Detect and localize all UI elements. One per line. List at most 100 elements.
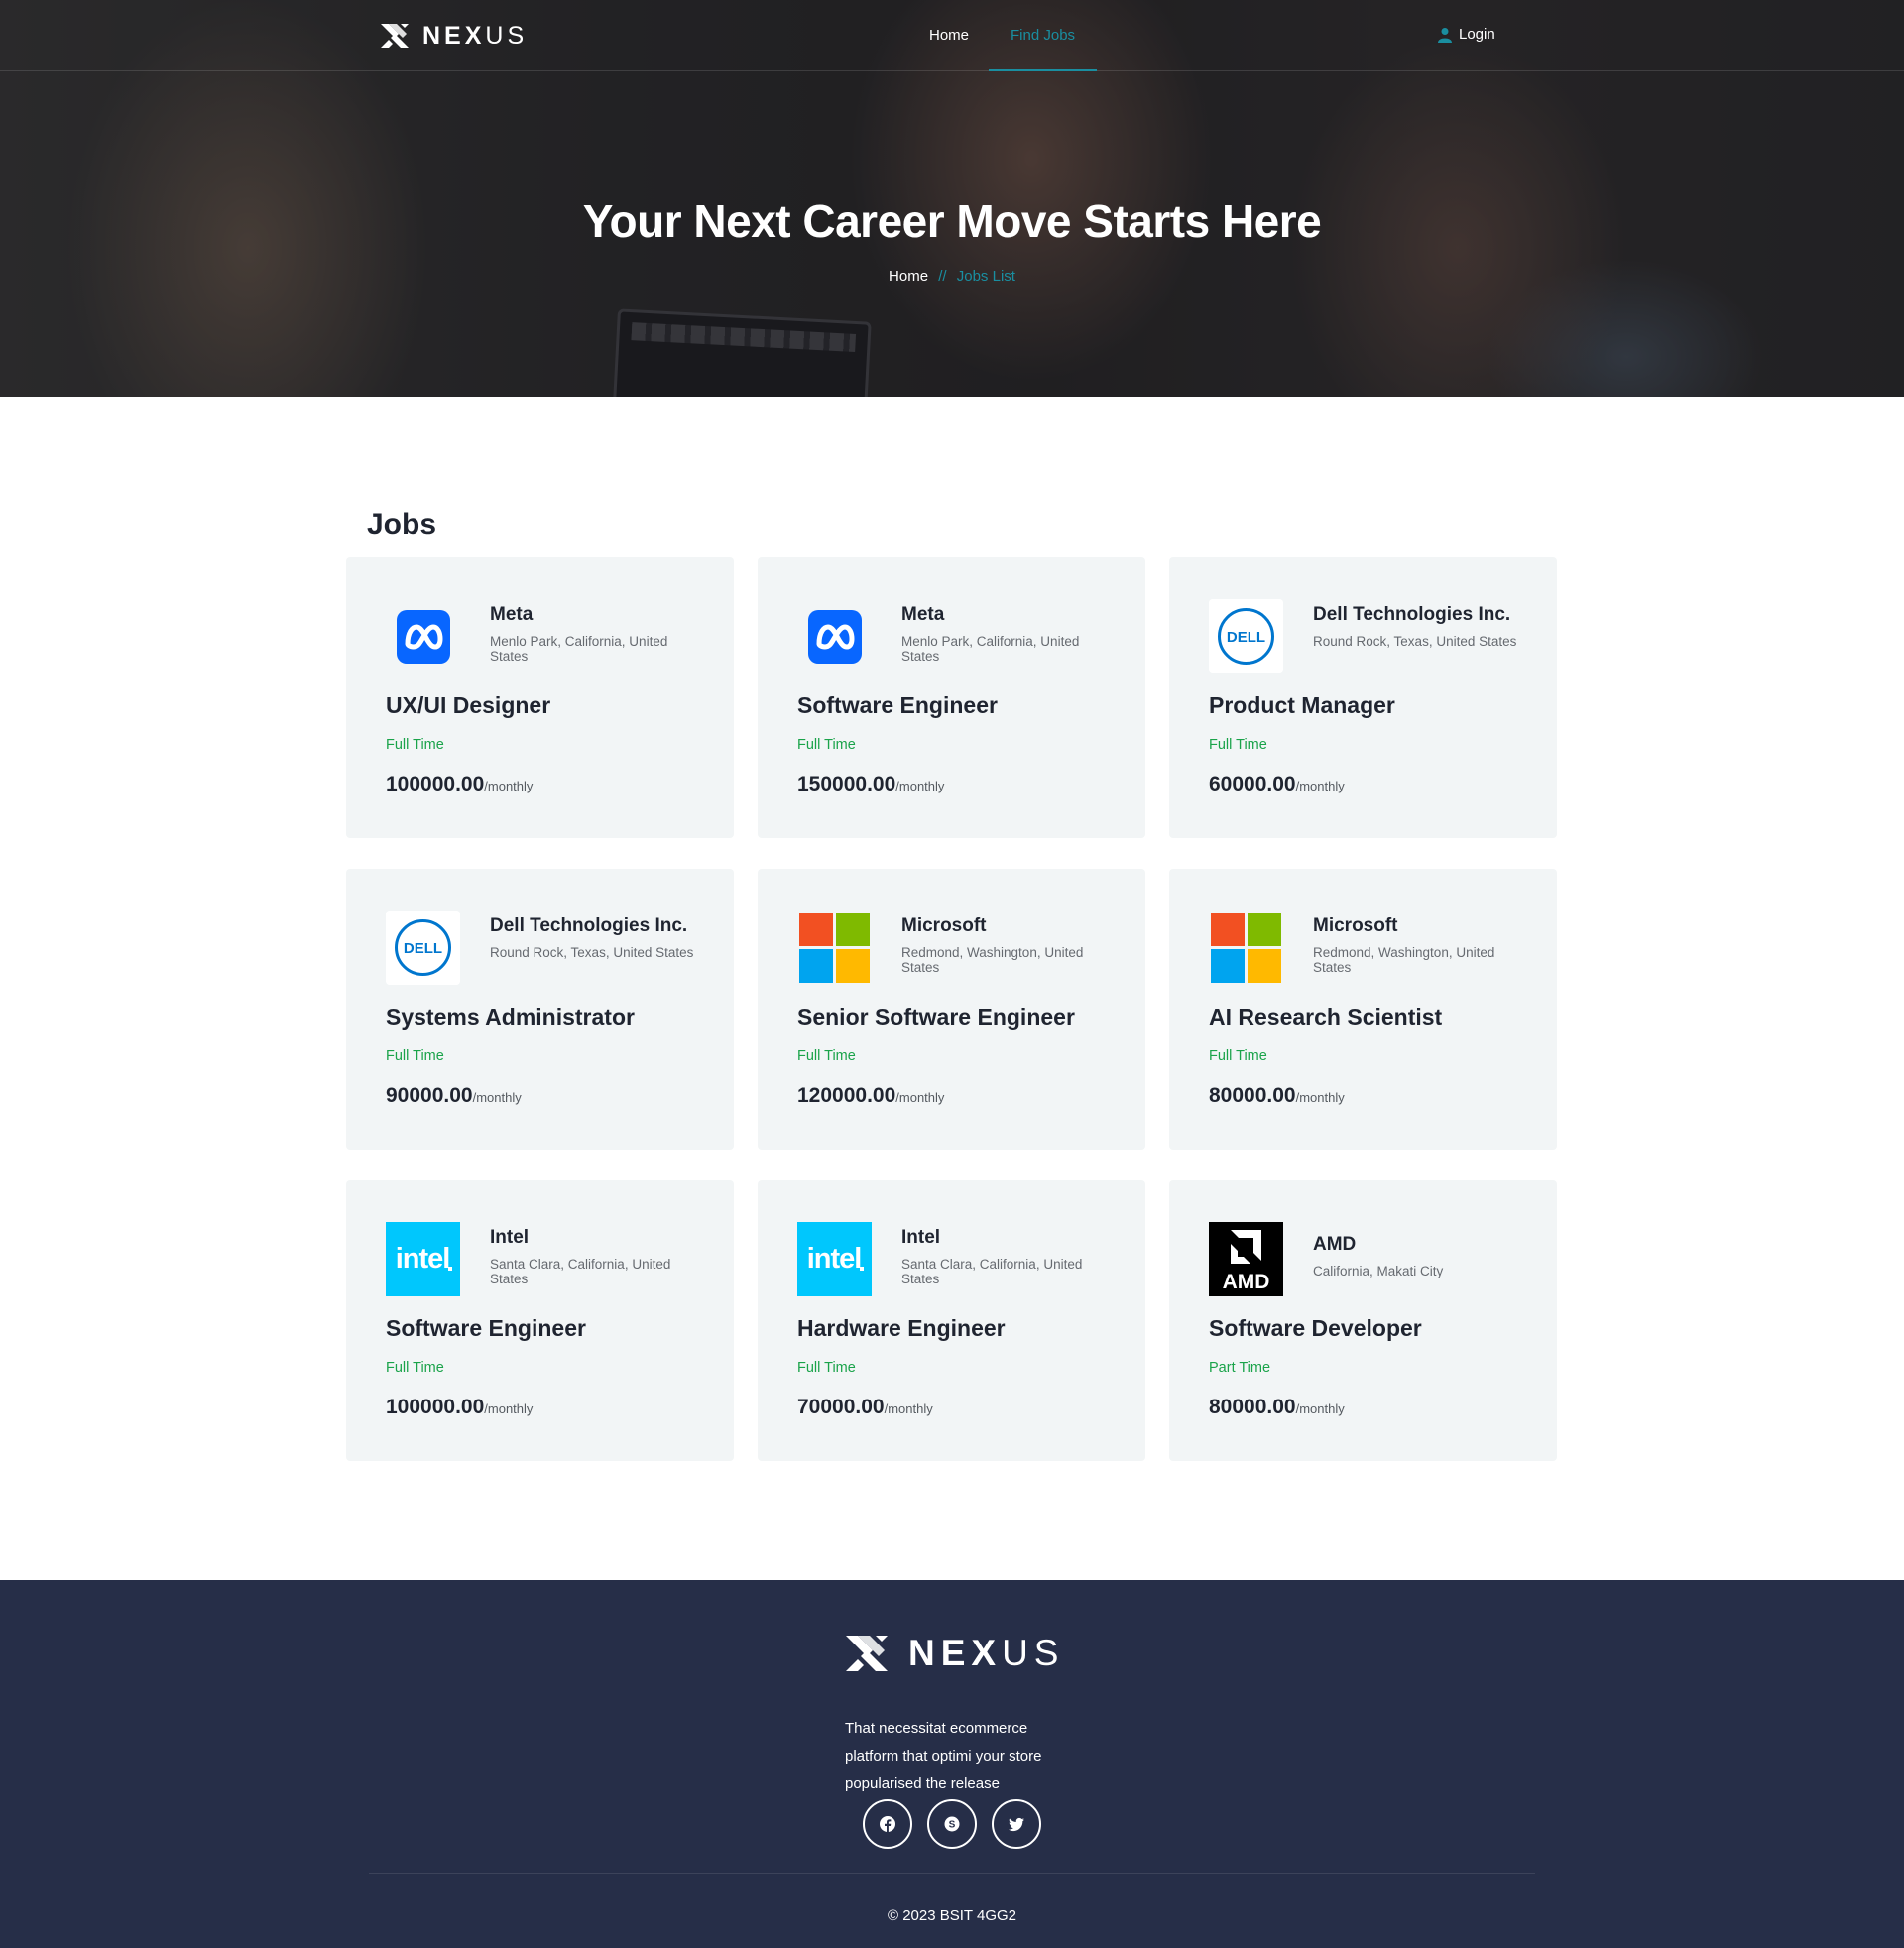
company-info: Meta Menlo Park, California, United Stat…: [901, 599, 1110, 664]
svg-text:DELL: DELL: [1227, 629, 1265, 646]
facebook-icon: [880, 1816, 895, 1832]
company-logo: [386, 599, 460, 673]
company-name: Intel: [901, 1227, 941, 1248]
company-name: Intel: [490, 1227, 530, 1248]
login-button[interactable]: Login: [1437, 26, 1495, 43]
twitter-icon: [1009, 1817, 1024, 1832]
salary-period: /monthly: [895, 779, 945, 793]
job-card-header: AMD AMD California, Makati City: [1209, 1222, 1517, 1297]
nav-links: Home Find Jobs: [909, 0, 1098, 71]
dell-logo-icon: DELL: [1209, 599, 1283, 673]
amd-logo-icon: AMD: [1209, 1222, 1283, 1296]
job-salary: 100000.00/monthly: [386, 773, 694, 796]
salary-period: /monthly: [1295, 1401, 1345, 1416]
job-card[interactable]: Microsoft Redmond, Washington, United St…: [758, 869, 1145, 1150]
brand-name: NEXUS: [422, 22, 528, 51]
user-icon: [1438, 27, 1452, 43]
job-card[interactable]: Microsoft Redmond, Washington, United St…: [1169, 869, 1557, 1150]
company-name: AMD: [1313, 1234, 1357, 1255]
salary-period: /monthly: [895, 1090, 945, 1105]
job-card[interactable]: Meta Menlo Park, California, United Stat…: [758, 557, 1145, 838]
footer-divider: [369, 1873, 1535, 1874]
salary-amount: 90000.00: [386, 1084, 473, 1107]
job-title[interactable]: Software Developer: [1209, 1315, 1517, 1342]
job-title[interactable]: Software Engineer: [797, 692, 1106, 719]
breadcrumb-home[interactable]: Home: [889, 268, 928, 285]
salary-period: /monthly: [1295, 1090, 1345, 1105]
nav-find-jobs-link[interactable]: Find Jobs: [989, 0, 1098, 71]
footer-brand-name-thin: US: [1002, 1633, 1065, 1673]
salary-amount: 120000.00: [797, 1084, 896, 1107]
job-salary: 90000.00/monthly: [386, 1084, 694, 1108]
meta-logo-icon: [807, 609, 862, 664]
company-location: Redmond, Washington, United States: [1313, 945, 1495, 975]
hero-title: Your Next Career Move Starts Here: [582, 195, 1322, 247]
salary-amount: 70000.00: [797, 1396, 885, 1418]
company-location: Menlo Park, California, United States: [490, 634, 668, 664]
company-location: Menlo Park, California, United States: [901, 634, 1080, 664]
job-title[interactable]: Senior Software Engineer: [797, 1004, 1106, 1031]
job-card-header: intel Intel Santa Clara, California, Uni…: [386, 1222, 694, 1297]
company-name: Microsoft: [901, 915, 987, 936]
job-type: Full Time: [386, 1048, 444, 1064]
job-card-header: Meta Menlo Park, California, United Stat…: [797, 599, 1106, 674]
footer-brand-name-bold: NEX: [908, 1633, 1003, 1673]
company-location: Santa Clara, California, United States: [901, 1257, 1083, 1286]
microsoft-logo-icon: [799, 913, 870, 983]
job-title[interactable]: AI Research Scientist: [1209, 1004, 1517, 1031]
company-logo: [1209, 911, 1283, 985]
facebook-button[interactable]: [863, 1799, 912, 1849]
company-info: Microsoft Redmond, Washington, United St…: [1313, 911, 1521, 975]
job-card[interactable]: intel Intel Santa Clara, California, Uni…: [758, 1180, 1145, 1461]
job-title[interactable]: Product Manager: [1209, 692, 1517, 719]
salary-period: /monthly: [484, 1401, 534, 1416]
company-logo: [797, 599, 872, 673]
job-card[interactable]: DELL Dell Technologies Inc. Round Rock, …: [346, 869, 734, 1150]
job-card-header: DELL Dell Technologies Inc. Round Rock, …: [386, 911, 694, 986]
job-card[interactable]: Meta Menlo Park, California, United Stat…: [346, 557, 734, 838]
job-salary: 80000.00/monthly: [1209, 1084, 1517, 1108]
job-card[interactable]: AMD AMD California, Makati City Software…: [1169, 1180, 1557, 1461]
company-logo: DELL: [386, 911, 460, 985]
footer: NEXUS That necessitat ecommerce platform…: [0, 1580, 1904, 1948]
footer-copyright: © 2023 BSIT 4GG2: [887, 1907, 1016, 1924]
job-type: Full Time: [797, 1048, 856, 1064]
nav-home-link[interactable]: Home: [909, 0, 989, 71]
brand-name-bold: NEX: [422, 21, 486, 50]
skype-icon: S: [944, 1816, 960, 1832]
company-location: Round Rock, Texas, United States: [490, 945, 694, 960]
job-title[interactable]: Hardware Engineer: [797, 1315, 1106, 1342]
svg-text:intel: intel: [807, 1243, 862, 1275]
twitter-button[interactable]: [992, 1799, 1041, 1849]
job-title[interactable]: Software Engineer: [386, 1315, 694, 1342]
footer-brand-logo[interactable]: NEXUS: [843, 1630, 1064, 1677]
skype-button[interactable]: S: [927, 1799, 977, 1849]
company-name: Dell Technologies Inc.: [1313, 604, 1511, 625]
salary-period: /monthly: [484, 779, 534, 793]
svg-text:intel: intel: [396, 1243, 450, 1275]
job-salary: 60000.00/monthly: [1209, 773, 1517, 796]
salary-period: /monthly: [472, 1090, 522, 1105]
svg-text:AMD: AMD: [1223, 1271, 1270, 1293]
brand-logo[interactable]: NEXUS: [379, 20, 528, 52]
meta-logo-icon: [396, 609, 450, 664]
company-logo: intel: [386, 1222, 460, 1296]
brand-name-thin: US: [485, 21, 529, 50]
job-title[interactable]: Systems Administrator: [386, 1004, 694, 1031]
job-title[interactable]: UX/UI Designer: [386, 692, 694, 719]
job-salary: 150000.00/monthly: [797, 773, 1106, 796]
footer-brand-name: NEXUS: [908, 1633, 1064, 1674]
job-salary: 100000.00/monthly: [386, 1396, 694, 1419]
job-card[interactable]: intel Intel Santa Clara, California, Uni…: [346, 1180, 734, 1461]
intel-logo-icon: intel: [797, 1222, 872, 1296]
nexus-logo-icon: [846, 1636, 888, 1671]
company-logo: intel: [797, 1222, 872, 1296]
salary-amount: 150000.00: [797, 773, 896, 795]
job-type: Full Time: [1209, 1048, 1267, 1064]
job-type: Full Time: [797, 1360, 856, 1376]
hero-banner: NEXUS Home Find Jobs Login Your Next Car…: [0, 0, 1904, 397]
company-name: Dell Technologies Inc.: [490, 915, 688, 936]
job-card[interactable]: DELL Dell Technologies Inc. Round Rock, …: [1169, 557, 1557, 838]
salary-amount: 100000.00: [386, 1396, 485, 1418]
salary-amount: 100000.00: [386, 773, 485, 795]
